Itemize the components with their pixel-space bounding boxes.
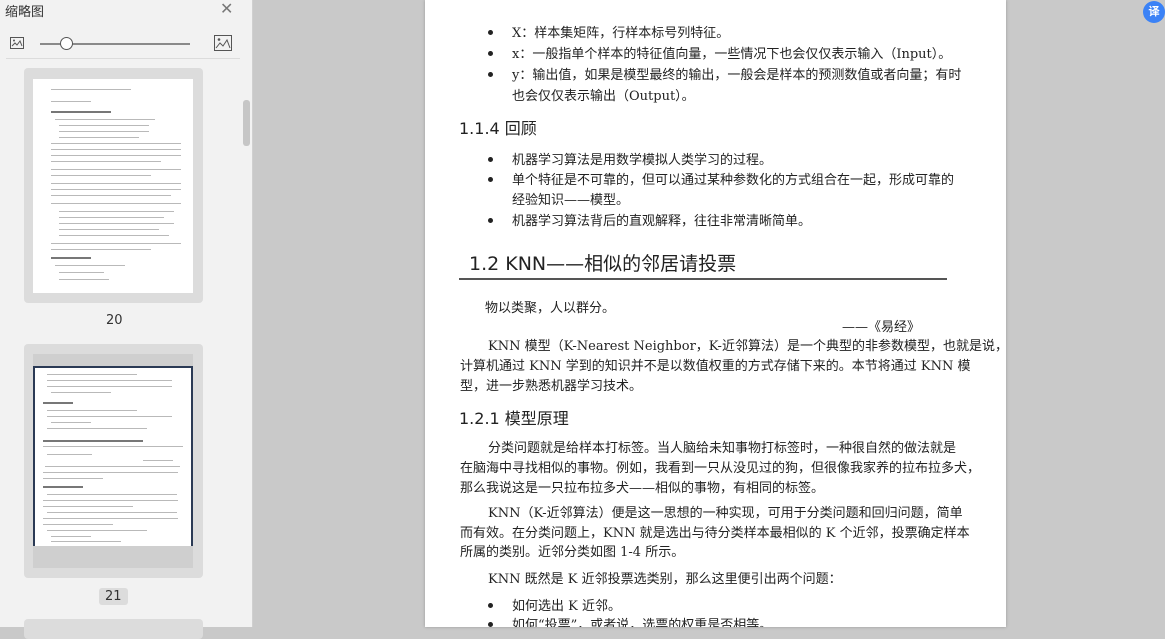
- body-text: X：样本集矩阵，行样本标号列特征。: [512, 26, 730, 41]
- thumbnail-page-next[interactable]: [24, 619, 203, 639]
- body-text: 如何“投票”，或者说，选票的权重是否相等。: [512, 618, 773, 627]
- body-text: KNN 既然是 K 近邻投票选类别，那么这里便引出两个问题：: [488, 572, 842, 587]
- body-text: 机器学习算法是用数学模拟人类学习的过程。: [512, 153, 773, 168]
- bullet: [488, 51, 493, 56]
- bullet: [488, 622, 493, 627]
- document-page: X：样本集矩阵，行样本标号列特征。 x：一般指单个样本的特征值向量，一些情况下也…: [425, 0, 1006, 627]
- large-thumbnail-icon[interactable]: [214, 35, 232, 51]
- translate-extension-button[interactable]: 译: [1143, 1, 1165, 23]
- sidebar-divider: [6, 58, 240, 59]
- sidebar-title: 缩略图: [5, 5, 45, 20]
- body-text: 经验知识——模型。: [512, 193, 630, 208]
- thumbnail-page-number: 21: [99, 588, 128, 605]
- thumbnail-page-20[interactable]: [24, 68, 203, 303]
- body-text: 机器学习算法背后的直观解释，往往非常清晰简单。: [512, 214, 812, 229]
- body-text: 所属的类别。近邻分类如图 1-4 所示。: [460, 545, 685, 560]
- body-text: y：输出值，如果是模型最终的输出，一般会是样本的预测数值或者向量；有时: [512, 68, 962, 83]
- zoom-slider-thumb[interactable]: [60, 37, 73, 50]
- body-text: KNN 模型（K-Nearest Neighbor，K-近邻算法）是一个典型的非…: [488, 339, 1006, 354]
- thumbnail-page-number: 20: [106, 313, 123, 328]
- bullet: [488, 603, 493, 608]
- bullet: [488, 218, 493, 223]
- body-text: 而有效。在分类问题上，KNN 就是选出与待分类样本最相似的 K 个近邻，投票确定…: [460, 526, 970, 541]
- heading-rule: [459, 278, 947, 280]
- body-text: 分类问题就是给样本打标签。当人脑给未知事物打标签时，一种很自然的做法就是: [488, 441, 957, 456]
- body-text: 那么我说这是一只拉布拉多犬——相似的事物，有相同的标签。: [460, 481, 825, 496]
- body-text: 单个特征是不可靠的，但可以通过某种参数化的方式组合在一起，形成可靠的: [512, 173, 955, 188]
- section-heading: 1.2.1 模型原理: [459, 409, 569, 428]
- section-heading: 1.1.4 回顾: [459, 119, 537, 138]
- bullet: [488, 157, 493, 162]
- body-text: 计算机通过 KNN 学到的知识并不是以数值权重的方式存储下来的。本节将通过 KN…: [460, 359, 971, 374]
- thumbnail-sidebar: 缩略图 ✕ 20 21: [0, 0, 253, 639]
- epigraph: 物以类聚，人以群分。: [485, 301, 616, 316]
- body-text: KNN（K-近邻算法）便是这一思想的一种实现，可用于分类问题和回归问题，简单: [488, 506, 963, 521]
- sidebar-scrollbar[interactable]: [243, 100, 250, 146]
- bullet: [488, 72, 493, 77]
- thumbnail-page-21[interactable]: [24, 344, 203, 578]
- body-text: 如何选出 K 近邻。: [512, 599, 621, 614]
- thumbnail-page-preview: [33, 354, 193, 568]
- small-thumbnail-icon[interactable]: [10, 37, 24, 49]
- bullet: [488, 177, 493, 182]
- epigraph-source: ——《易经》: [842, 320, 921, 335]
- thumbnail-page-preview: [33, 79, 193, 293]
- body-text: x：一般指单个样本的特征值向量，一些情况下也会仅仅表示输入（Input）。: [512, 47, 952, 62]
- bullet: [488, 30, 493, 35]
- body-text: 也会仅仅表示输出（Output）。: [512, 89, 695, 104]
- close-icon[interactable]: ✕: [220, 0, 233, 18]
- body-text: 在脑海中寻找相似的事物。例如，我看到一只从没见过的狗，但很像我家养的拉布拉多犬，: [460, 461, 981, 476]
- body-text: 型，进一步熟悉机器学习技术。: [460, 379, 643, 394]
- chapter-heading: 1.2 KNN——相似的邻居请投票: [469, 253, 737, 275]
